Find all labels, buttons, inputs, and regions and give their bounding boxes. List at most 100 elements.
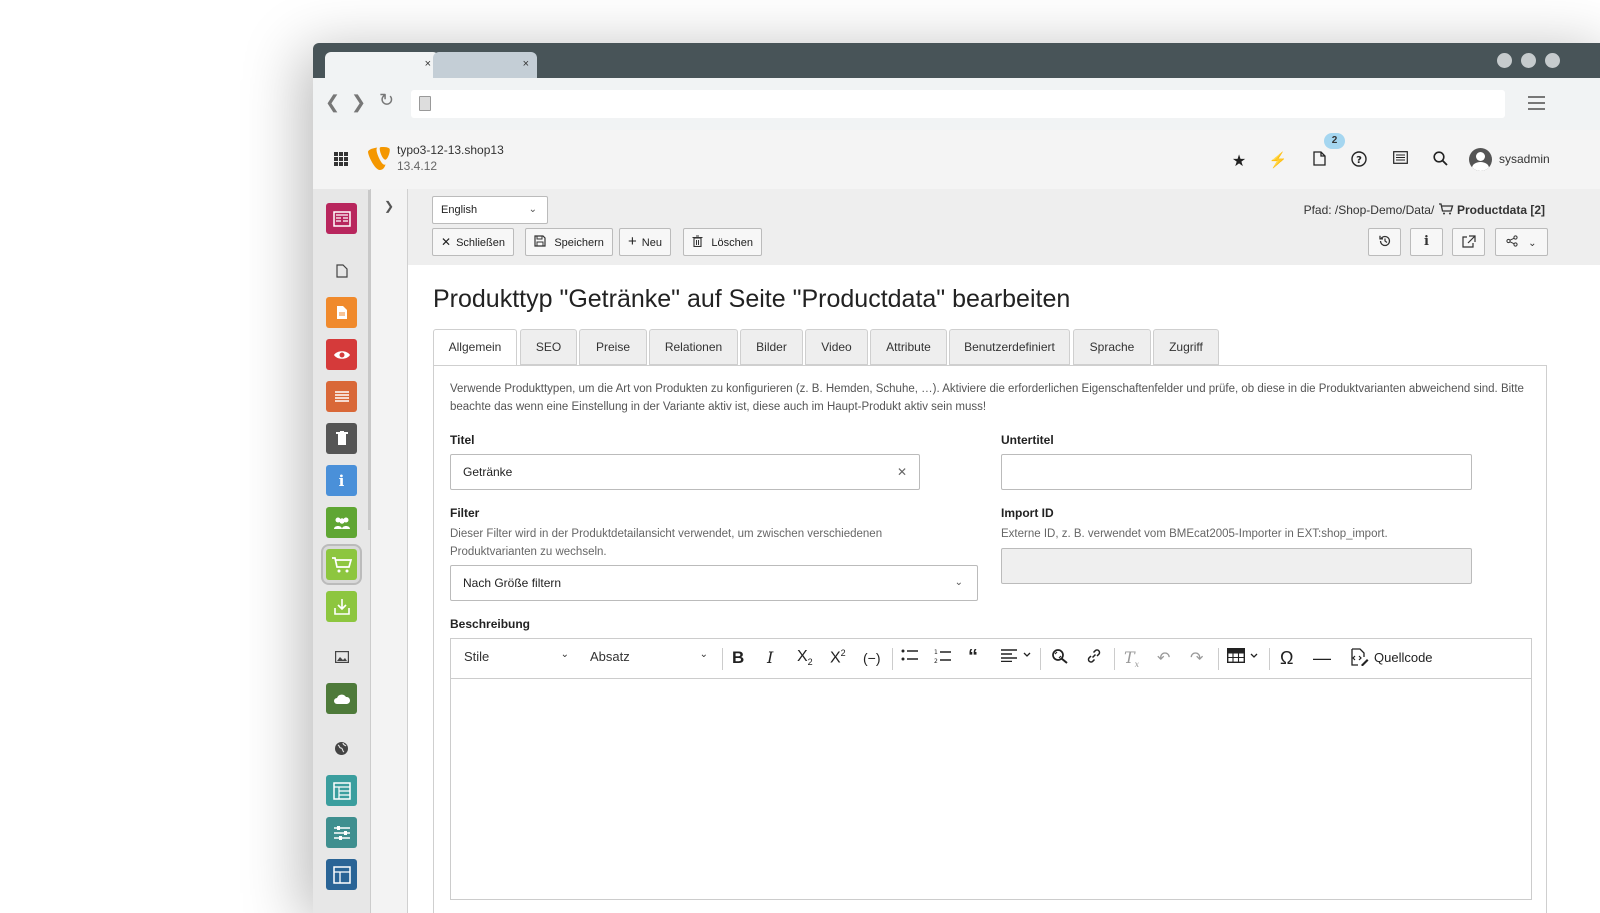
info-icon: i bbox=[1424, 234, 1429, 249]
window-minimize-button[interactable] bbox=[1497, 53, 1512, 68]
title-input[interactable]: Getränke ✕ bbox=[450, 454, 920, 490]
rte-format-dropdown[interactable]: Absatz ⌄ bbox=[590, 649, 708, 664]
tab-attribute[interactable]: Attribute bbox=[870, 329, 947, 365]
special-characters-icon[interactable]: Ω bbox=[1280, 648, 1293, 669]
open-external-button[interactable] bbox=[1452, 228, 1485, 256]
blockquote-icon[interactable]: “ bbox=[968, 646, 978, 669]
site-name: typo3-12-13.shop13 bbox=[397, 143, 504, 157]
description-label: Beschreibung bbox=[450, 617, 531, 631]
source-code-label[interactable]: Quellcode bbox=[1374, 650, 1433, 665]
delete-button[interactable]: Löschen bbox=[683, 228, 762, 256]
shop-cart-module-icon[interactable] bbox=[321, 544, 362, 585]
globe-sites-module-icon[interactable] bbox=[326, 733, 357, 764]
settings-sliders-module-icon[interactable] bbox=[326, 817, 357, 848]
browser-tab-active[interactable]: × bbox=[325, 52, 439, 78]
window-close-button[interactable] bbox=[1545, 53, 1560, 68]
bulleted-list-icon[interactable] bbox=[901, 648, 919, 667]
forward-icon[interactable]: ❯ bbox=[351, 92, 366, 113]
toolbar-separator bbox=[1040, 648, 1041, 670]
clear-input-icon[interactable]: ✕ bbox=[897, 455, 907, 489]
svg-text:1: 1 bbox=[934, 649, 938, 656]
search-icon[interactable] bbox=[1430, 151, 1450, 171]
new-button[interactable]: + Neu bbox=[619, 228, 671, 256]
redo-icon[interactable]: ↷ bbox=[1190, 648, 1203, 668]
tab-preise[interactable]: Preise bbox=[579, 329, 647, 365]
share-dropdown-button[interactable]: ⌄ bbox=[1495, 228, 1548, 256]
tab-zugriff[interactable]: Zugriff bbox=[1153, 329, 1219, 365]
history-button[interactable] bbox=[1368, 228, 1401, 256]
reload-icon[interactable]: ↻ bbox=[379, 90, 394, 111]
back-icon[interactable]: ❮ bbox=[325, 92, 340, 113]
username[interactable]: sysadmin bbox=[1499, 152, 1550, 166]
rte-editing-area[interactable] bbox=[451, 679, 1531, 899]
template-module-icon[interactable] bbox=[326, 775, 357, 806]
tab-seo[interactable]: SEO bbox=[520, 329, 577, 365]
close-tab-icon[interactable]: × bbox=[425, 58, 431, 70]
toolbar-separator bbox=[1114, 648, 1115, 670]
view-page-module-icon[interactable] bbox=[326, 297, 357, 328]
subtitle-label: Untertitel bbox=[1001, 433, 1054, 447]
close-button[interactable]: ✕ Schließen bbox=[432, 228, 514, 256]
soft-hyphen-icon[interactable]: (−) bbox=[863, 650, 881, 666]
source-code-icon[interactable] bbox=[1349, 648, 1369, 671]
tab-sprache[interactable]: Sprache bbox=[1073, 329, 1151, 365]
italic-icon[interactable]: I bbox=[767, 648, 773, 667]
list-module-icon[interactable] bbox=[326, 381, 357, 412]
superscript-icon[interactable]: X2 bbox=[830, 648, 846, 667]
horizontal-line-icon[interactable]: — bbox=[1313, 648, 1331, 669]
address-bar[interactable] bbox=[411, 90, 1505, 118]
tab-allgemein[interactable]: Allgemein bbox=[433, 329, 517, 366]
chevron-right-icon[interactable]: ❯ bbox=[384, 199, 394, 213]
bookmark-star-icon[interactable]: ★ bbox=[1229, 151, 1249, 171]
layout-module-icon[interactable] bbox=[326, 859, 357, 890]
page-module-icon[interactable] bbox=[326, 255, 357, 286]
language-select[interactable]: English ⌄ bbox=[432, 196, 548, 224]
clear-cache-lightning-icon[interactable]: ⚡ bbox=[1268, 151, 1288, 169]
subscript-icon[interactable]: X2 bbox=[797, 648, 813, 667]
find-replace-icon[interactable] bbox=[1051, 648, 1069, 669]
module-sidebar: i bbox=[313, 189, 371, 913]
tab-benutzerdefiniert[interactable]: Benutzerdefiniert bbox=[949, 329, 1070, 365]
close-tab-icon[interactable]: × bbox=[523, 58, 529, 70]
info-button[interactable]: i bbox=[1410, 228, 1443, 256]
module-menu-toggle-icon[interactable] bbox=[334, 152, 348, 166]
info-module-icon[interactable]: i bbox=[326, 465, 357, 496]
numbered-list-icon[interactable]: 12 bbox=[934, 648, 952, 669]
browser-menu-icon[interactable] bbox=[1528, 96, 1545, 114]
window-maximize-button[interactable] bbox=[1521, 53, 1536, 68]
main-content: Produkttyp "Getränke" auf Seite "Product… bbox=[408, 265, 1600, 913]
user-avatar-icon[interactable] bbox=[1469, 148, 1492, 171]
rte-styles-dropdown[interactable]: Stile ⌄ bbox=[464, 649, 569, 664]
filter-select[interactable]: Nach Größe filtern ⌄ bbox=[450, 565, 978, 601]
browser-tab-inactive[interactable]: × bbox=[433, 52, 537, 78]
table-icon[interactable] bbox=[1226, 647, 1259, 668]
subtitle-input[interactable] bbox=[1001, 454, 1472, 490]
remove-format-icon[interactable]: Tx bbox=[1124, 648, 1139, 669]
chevron-down-icon: ⌄ bbox=[1528, 238, 1537, 249]
web-layout-module-icon[interactable] bbox=[326, 203, 357, 234]
undo-icon[interactable]: ↶ bbox=[1157, 648, 1170, 668]
align-left-icon[interactable] bbox=[1001, 648, 1031, 667]
import-id-help-text: Externe ID, z. B. verwendet vom BMEcat20… bbox=[1001, 528, 1388, 540]
media-image-module-icon[interactable] bbox=[326, 641, 357, 672]
bold-icon[interactable]: B bbox=[732, 648, 744, 668]
help-icon[interactable]: ? bbox=[1349, 151, 1369, 172]
system-information-icon[interactable] bbox=[1390, 151, 1410, 169]
breadcrumb: Pfad: /Shop-Demo/Data/ Productdata [2] bbox=[1304, 203, 1545, 217]
typo3-logo-icon[interactable] bbox=[368, 147, 390, 171]
import-id-input[interactable] bbox=[1001, 548, 1472, 584]
users-module-icon[interactable] bbox=[326, 507, 357, 538]
preview-eye-module-icon[interactable] bbox=[326, 339, 357, 370]
import-module-icon[interactable] bbox=[326, 591, 357, 622]
tab-relationen[interactable]: Relationen bbox=[649, 329, 738, 365]
save-button[interactable]: Speichern bbox=[525, 228, 613, 256]
breadcrumb-record[interactable]: Productdata [2] bbox=[1457, 203, 1545, 217]
tab-panel-allgemein: Verwende Produkttypen, um die Art von Pr… bbox=[433, 365, 1547, 913]
recycler-trash-module-icon[interactable] bbox=[326, 423, 357, 454]
close-icon: ✕ bbox=[441, 235, 452, 249]
cloud-storage-module-icon[interactable] bbox=[326, 683, 357, 714]
tab-video[interactable]: Video bbox=[805, 329, 868, 365]
opendocs-page-icon[interactable] bbox=[1309, 151, 1329, 171]
link-icon[interactable] bbox=[1086, 648, 1102, 669]
tab-bilder[interactable]: Bilder bbox=[740, 329, 803, 365]
